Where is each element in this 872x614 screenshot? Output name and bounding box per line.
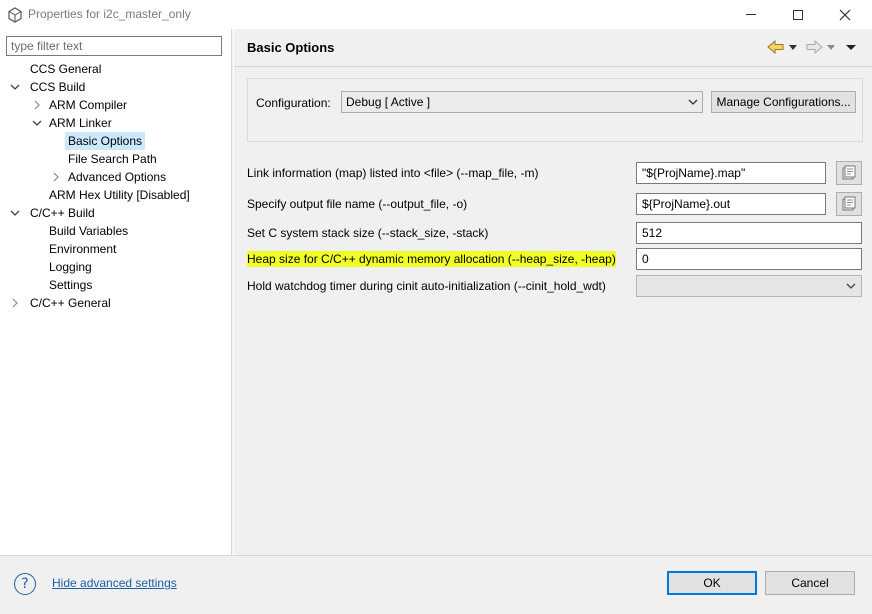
minimize-button[interactable] [728,0,774,29]
property-page-pane: Basic Options Configuration: Debug [Act… [233,29,872,555]
configuration-select[interactable]: Debug [ Active ] [341,91,703,113]
tree-item-label: CCS General [30,62,102,76]
maximize-button[interactable] [775,0,821,29]
tree-item-label: ARM Compiler [49,98,128,112]
page-title: Basic Options [247,40,335,55]
tree-item-label: Environment [49,242,117,256]
tree-item-label: Build Variables [49,224,129,238]
browse-variables-icon [842,165,856,180]
ok-button[interactable]: OK [667,571,757,595]
tree-item-label: C/C++ Build [30,206,95,220]
tree-item-advanced-options[interactable]: Advanced Options [65,168,169,186]
tree-item-label: Basic Options [65,132,146,150]
tree-item-environment[interactable]: Environment [46,240,119,258]
map-file-label: Link information (map) listed into <file… [247,166,539,180]
tree-item-label: File Search Path [68,152,157,166]
map-file-input[interactable]: "${ProjName}.map" [636,162,826,184]
forward-menu-button[interactable] [826,38,836,56]
tree-item-label: Logging [49,260,92,274]
tree-item-label: Settings [49,278,93,292]
forward-arrow-icon [806,40,823,54]
back-menu-button[interactable] [788,38,798,56]
tree-item-label: CCS Build [30,80,86,94]
configuration-value: Debug [ Active ] [346,95,431,109]
chevron-right-icon[interactable] [50,168,62,186]
view-menu-button[interactable] [845,38,857,56]
tree-item-settings[interactable]: Settings [46,276,95,294]
eclipse-app-icon [7,7,23,23]
cinit-hold-wdt-label: Hold watchdog timer during cinit auto-in… [247,279,606,293]
chevron-down-icon[interactable] [31,114,43,132]
tree-item-arm-compiler[interactable]: ARM Compiler [46,96,130,114]
browse-variables-icon [842,196,856,211]
tree-item-label: ARM Hex Utility [Disabled] [49,188,190,202]
tree-item-label: ARM Linker [49,116,112,130]
help-icon[interactable]: ? [14,573,36,595]
dropdown-arrow-icon [789,45,797,50]
tree-item-arm-hex-utility[interactable]: ARM Hex Utility [Disabled] [46,186,193,204]
map-file-browse-button[interactable] [836,161,862,185]
output-file-input[interactable]: ${ProjName}.out [636,193,826,215]
minimize-icon [746,14,756,15]
tree-item-build-variables[interactable]: Build Variables [46,222,131,240]
output-file-browse-button[interactable] [836,192,862,216]
tree-item-arm-linker[interactable]: ARM Linker [46,114,115,132]
dialog-footer: ? Hide advanced settings OK Cancel [0,555,872,614]
close-icon [839,9,851,20]
chevron-down-icon [846,280,856,294]
tree-item-label: C/C++ General [30,296,111,310]
tree-item-label: Advanced Options [68,170,167,184]
chevron-right-icon[interactable] [31,96,43,114]
heap-size-label: Heap size for C/C++ dynamic memory alloc… [247,251,616,267]
output-file-label: Specify output file name (--output_file,… [247,197,468,211]
chevron-down-icon[interactable] [9,78,21,96]
title-bar: Properties for i2c_master_only [0,0,872,29]
close-button[interactable] [822,0,868,29]
tree-item-logging[interactable]: Logging [46,258,95,276]
tree-item-basic-options[interactable]: Basic Options [65,132,146,150]
chevron-right-icon[interactable] [9,294,21,312]
manage-configurations-button[interactable]: Manage Configurations... [711,91,856,113]
maximize-icon [793,9,803,20]
tree-item-ccs-general[interactable]: CCS General [27,60,104,78]
tree-item-file-search-path[interactable]: File Search Path [65,150,160,168]
tree-item-cpp-general[interactable]: C/C++ General [27,294,114,312]
tree-item-cpp-build[interactable]: C/C++ Build [27,204,98,222]
filter-input[interactable] [6,36,222,56]
stack-size-label: Set C system stack size (--stack_size, -… [247,226,489,240]
forward-button[interactable] [805,38,823,56]
window-title: Properties for i2c_master_only [28,7,191,21]
cancel-button[interactable]: Cancel [765,571,855,595]
chevron-down-icon[interactable] [9,204,21,222]
configuration-label: Configuration: [256,96,331,110]
page-header: Basic Options [234,29,872,67]
dropdown-arrow-icon [827,45,835,50]
hide-advanced-settings-link[interactable]: Hide advanced settings [52,576,177,590]
configuration-group: Configuration: Debug [ Active ] Manage C… [247,78,863,142]
view-menu-icon [846,45,856,50]
property-tree-pane: CCS General CCS Build ARM Compiler ARM L… [0,29,232,555]
properties-dialog: Properties for i2c_master_only CCS Gener… [0,0,872,614]
back-arrow-icon [767,40,784,54]
heap-size-input[interactable]: 0 [636,248,862,270]
stack-size-input[interactable]: 512 [636,222,862,244]
cinit-hold-wdt-select[interactable] [636,275,862,297]
tree-item-ccs-build[interactable]: CCS Build [27,78,88,96]
chevron-down-icon [688,96,698,110]
back-button[interactable] [767,38,785,56]
